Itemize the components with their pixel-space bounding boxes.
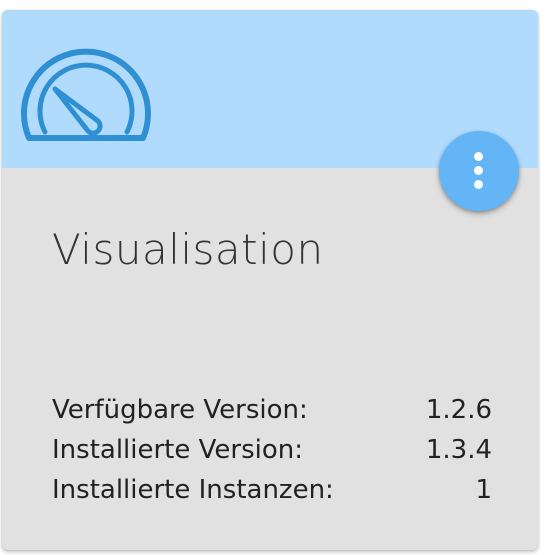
adapter-card: Visualisation Verfügbare Version: 1.2.6 … [2, 10, 538, 550]
info-row-installed-version: Installierte Version: 1.3.4 [52, 430, 492, 470]
more-vertical-icon [474, 180, 483, 189]
gauge-icon [21, 48, 151, 141]
info-value: 1.2.6 [425, 395, 492, 425]
info-label: Installierte Instanzen: [52, 475, 334, 505]
info-row-available-version: Verfügbare Version: 1.2.6 [52, 390, 492, 430]
card-menu-button[interactable] [439, 131, 519, 211]
info-label: Installierte Version: [52, 435, 303, 465]
adapter-title: Visualisation [52, 225, 324, 274]
more-vertical-icon [474, 152, 483, 161]
adapter-info: Verfügbare Version: 1.2.6 Installierte V… [52, 390, 492, 510]
info-value: 1 [475, 475, 492, 505]
info-value: 1.3.4 [425, 435, 492, 465]
info-label: Verfügbare Version: [52, 395, 308, 425]
info-row-installed-instances: Installierte Instanzen: 1 [52, 470, 492, 510]
more-vertical-icon [474, 166, 483, 175]
